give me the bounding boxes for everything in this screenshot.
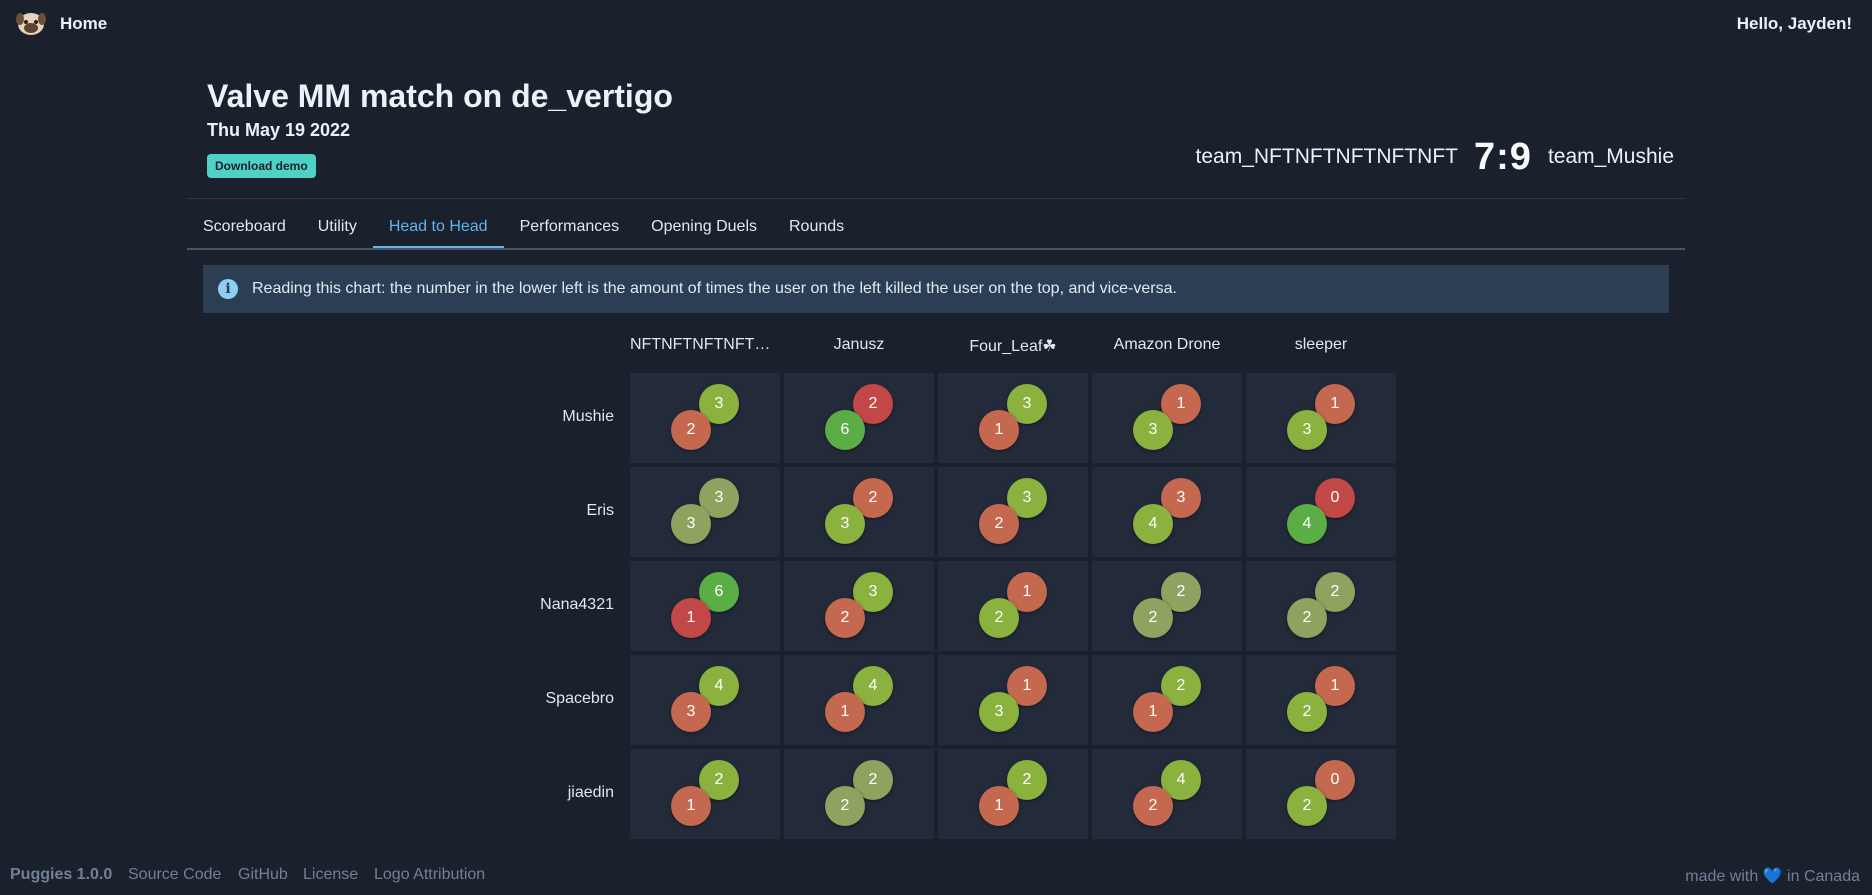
team-right-name: team_Mushie bbox=[1547, 145, 1674, 168]
kills-by-left-player-badge: 2 bbox=[1287, 598, 1327, 638]
h2h-cell: 32 bbox=[938, 467, 1088, 557]
team-left-name: team_NFTNFTNFTNFTNFT bbox=[1195, 145, 1458, 168]
score-right: 9 bbox=[1509, 135, 1532, 178]
h2h-cell: 32 bbox=[784, 561, 934, 651]
row-player-name: jiaedin bbox=[567, 784, 614, 801]
kills-by-left-player-badge: 2 bbox=[979, 504, 1019, 544]
kills-by-left-player-badge: 2 bbox=[979, 598, 1019, 638]
h2h-cell: 13 bbox=[1092, 373, 1242, 463]
column-player-name: Janusz bbox=[833, 336, 885, 353]
kills-by-left-player-badge: 2 bbox=[671, 410, 711, 450]
info-banner: i Reading this chart: the number in the … bbox=[203, 265, 1669, 313]
made-suffix: in Canada bbox=[1787, 868, 1860, 885]
tab-rounds[interactable]: Rounds bbox=[773, 212, 860, 248]
home-link[interactable]: Home bbox=[60, 14, 107, 34]
tab-utility[interactable]: Utility bbox=[302, 212, 373, 248]
match-date: Thu May 19 2022 bbox=[207, 120, 351, 140]
row-player-name: Spacebro bbox=[545, 690, 615, 707]
kills-by-left-player-badge: 2 bbox=[825, 598, 865, 638]
tab-performances[interactable]: Performances bbox=[504, 212, 636, 248]
column-player-name: sleeper bbox=[1294, 336, 1348, 353]
source-code-link[interactable]: Source Code bbox=[128, 866, 221, 884]
info-text: Reading this chart: the number in the lo… bbox=[252, 280, 1177, 297]
h2h-cell: 26 bbox=[784, 373, 934, 463]
kills-by-left-player-badge: 1 bbox=[979, 786, 1019, 826]
tab-bar: Scoreboard Utility Head to Head Performa… bbox=[187, 212, 1685, 250]
kills-by-left-player-badge: 1 bbox=[979, 410, 1019, 450]
h2h-cell: 12 bbox=[938, 561, 1088, 651]
logo-attribution-link[interactable]: Logo Attribution bbox=[374, 866, 485, 884]
tab-head-to-head[interactable]: Head to Head bbox=[372, 212, 504, 248]
h2h-cell: 13 bbox=[1246, 373, 1396, 463]
pug-logo-icon[interactable] bbox=[16, 11, 46, 36]
kills-by-left-player-badge: 1 bbox=[825, 692, 865, 732]
kills-by-left-player-badge: 1 bbox=[1133, 692, 1173, 732]
kills-by-left-player-badge: 3 bbox=[671, 504, 711, 544]
info-icon: i bbox=[218, 279, 238, 299]
h2h-cell: 13 bbox=[938, 655, 1088, 745]
kills-by-left-player-badge: 2 bbox=[1133, 598, 1173, 638]
column-player-name: Amazon Drone bbox=[1113, 336, 1221, 353]
row-player-name: Mushie bbox=[562, 408, 614, 425]
h2h-cell: 61 bbox=[630, 561, 780, 651]
h2h-cell: 41 bbox=[784, 655, 934, 745]
top-nav: Home Hello, Jayden! bbox=[0, 0, 1872, 48]
kills-by-left-player-badge: 3 bbox=[671, 692, 711, 732]
h2h-cell: 21 bbox=[1092, 655, 1242, 745]
match-title: Valve MM match on de_vertigo bbox=[207, 78, 673, 114]
kills-by-left-player-badge: 3 bbox=[825, 504, 865, 544]
kills-by-left-player-badge: 4 bbox=[1287, 504, 1327, 544]
h2h-cell: 22 bbox=[784, 749, 934, 839]
heart-icon: 💙 bbox=[1762, 868, 1783, 885]
header-divider bbox=[187, 198, 1685, 199]
score-separator: : bbox=[1496, 135, 1510, 178]
license-link[interactable]: License bbox=[303, 866, 358, 884]
column-player-name: NFTNFTNFTNFTNFT bbox=[630, 336, 780, 353]
tab-opening-duels[interactable]: Opening Duels bbox=[635, 212, 773, 248]
kills-by-left-player-badge: 4 bbox=[1133, 504, 1173, 544]
h2h-cell: 43 bbox=[630, 655, 780, 745]
tab-scoreboard[interactable]: Scoreboard bbox=[187, 212, 302, 248]
h2h-cell: 12 bbox=[1246, 655, 1396, 745]
h2h-cell: 21 bbox=[938, 749, 1088, 839]
h2h-cell: 31 bbox=[938, 373, 1088, 463]
kills-by-left-player-badge: 2 bbox=[1287, 786, 1327, 826]
made-prefix: made with bbox=[1685, 868, 1759, 885]
match-score: team_NFTNFTNFTNFTNFT 7:9 team_Mushie bbox=[1196, 132, 1674, 182]
h2h-cell: 32 bbox=[630, 373, 780, 463]
h2h-cell: 33 bbox=[630, 467, 780, 557]
kills-by-left-player-badge: 2 bbox=[825, 786, 865, 826]
score-value: 7:9 bbox=[1474, 136, 1532, 179]
h2h-cell: 22 bbox=[1092, 561, 1242, 651]
kills-by-left-player-badge: 3 bbox=[979, 692, 1019, 732]
kills-by-left-player-badge: 2 bbox=[1287, 692, 1327, 732]
kills-by-left-player-badge: 6 bbox=[825, 410, 865, 450]
download-demo-button[interactable]: Download demo bbox=[207, 154, 316, 178]
kills-by-left-player-badge: 1 bbox=[671, 786, 711, 826]
made-with-note: made with 💙 in Canada bbox=[1685, 866, 1860, 886]
kills-by-left-player-badge: 3 bbox=[1287, 410, 1327, 450]
row-player-name: Nana4321 bbox=[540, 596, 614, 613]
kills-by-left-player-badge: 1 bbox=[671, 598, 711, 638]
user-greeting[interactable]: Hello, Jayden! bbox=[1737, 14, 1852, 34]
github-link[interactable]: GitHub bbox=[238, 866, 288, 884]
row-player-name: Eris bbox=[586, 502, 614, 519]
h2h-cell: 02 bbox=[1246, 749, 1396, 839]
kills-by-left-player-badge: 2 bbox=[1133, 786, 1173, 826]
footer: Puggies 1.0.0 Source Code GitHub License… bbox=[0, 862, 1872, 890]
h2h-cell: 04 bbox=[1246, 467, 1396, 557]
h2h-cell: 21 bbox=[630, 749, 780, 839]
h2h-cell: 34 bbox=[1092, 467, 1242, 557]
column-player-name: Four_Leaf☘ bbox=[969, 338, 1057, 355]
h2h-cell: 23 bbox=[784, 467, 934, 557]
kills-by-left-player-badge: 3 bbox=[1133, 410, 1173, 450]
score-left: 7 bbox=[1474, 135, 1497, 178]
h2h-cell: 22 bbox=[1246, 561, 1396, 651]
h2h-cell: 42 bbox=[1092, 749, 1242, 839]
footer-brand: Puggies 1.0.0 bbox=[10, 866, 113, 883]
